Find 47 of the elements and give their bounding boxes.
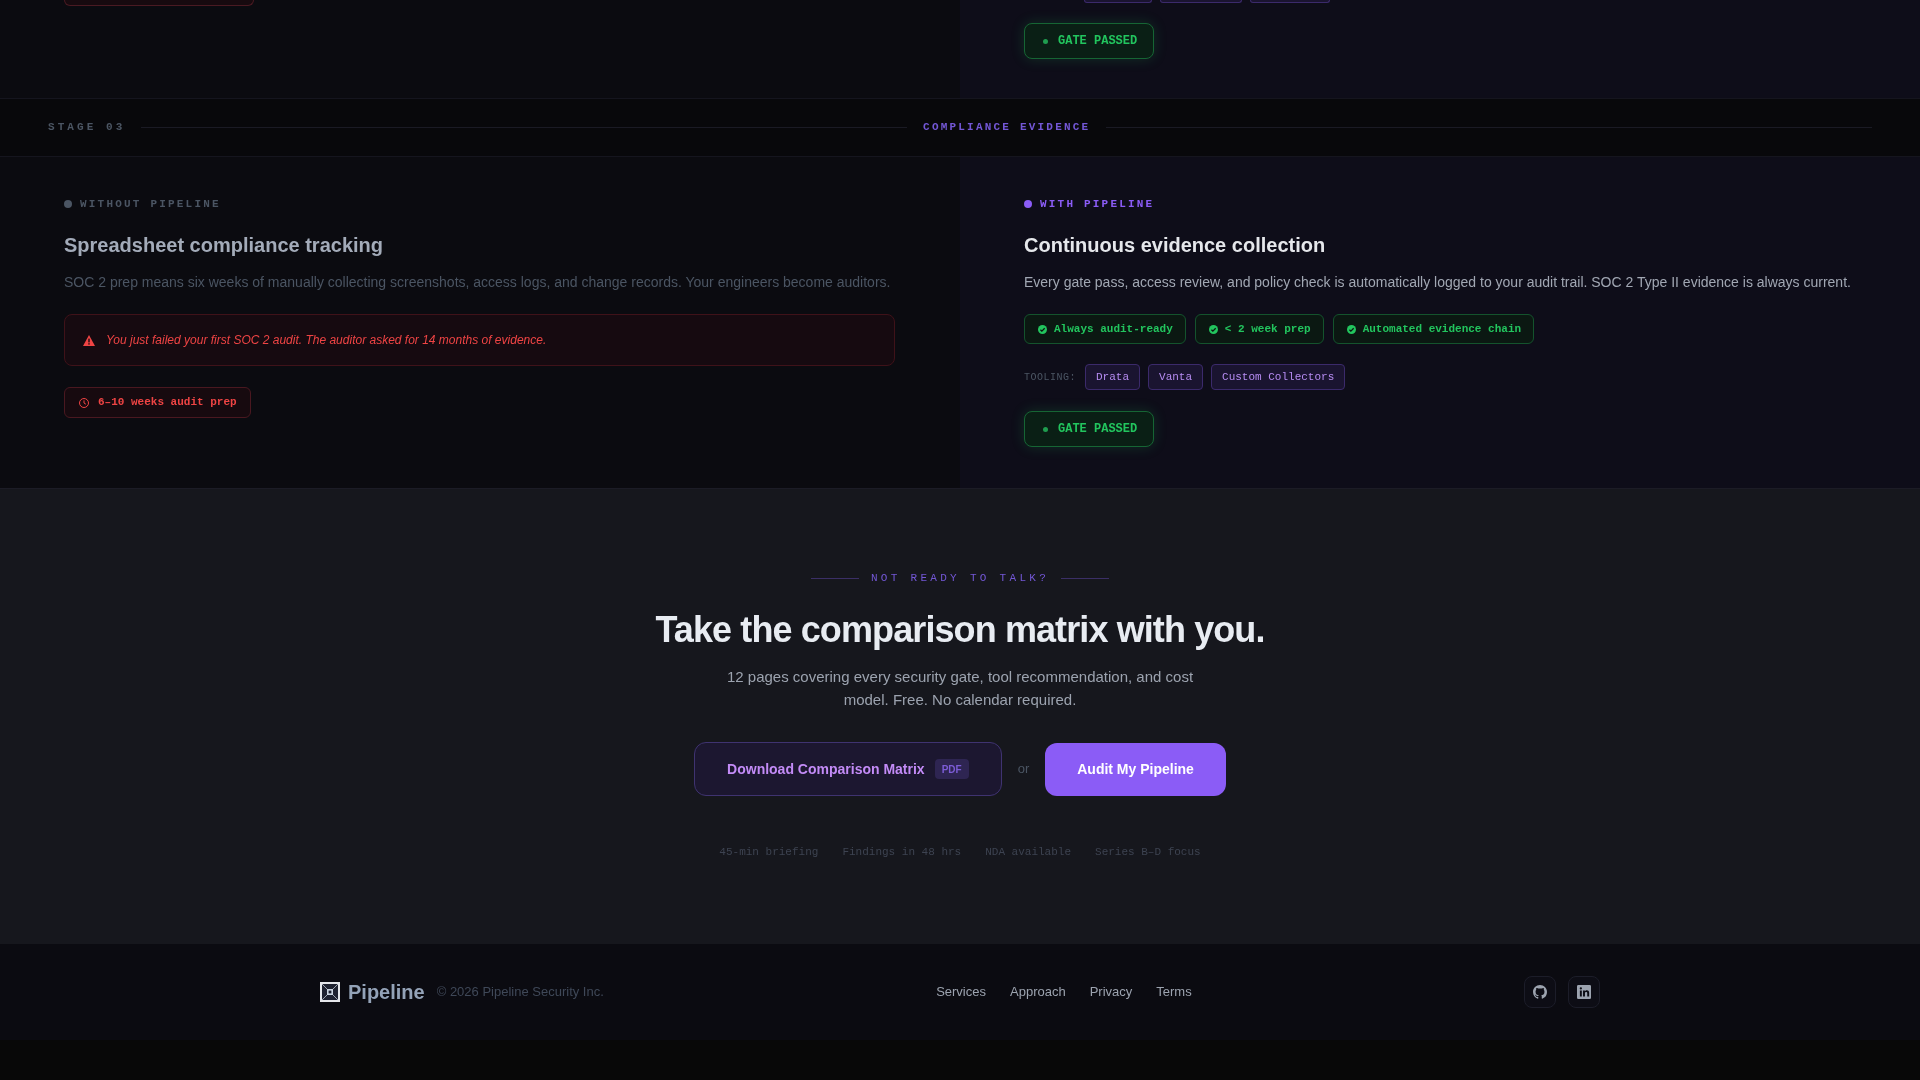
column-text: Every gate pass, access review, and policy check is automatically logged to your audit trail. SOC 2 Type II evidence is always current. bbox=[1024, 273, 1851, 292]
dot-icon bbox=[1024, 200, 1032, 208]
tool-tag: Vanta bbox=[1148, 364, 1204, 390]
section-heading: Take the comparison matrix with you. bbox=[655, 610, 1265, 650]
logo-icon bbox=[320, 982, 340, 1002]
badge-text: Automated evidence chain bbox=[1362, 321, 1522, 337]
column-text: SOC 2 prep means six weeks of manually collecting screenshots, access logs, and change records. Your engineers become auditors. bbox=[64, 273, 891, 292]
column-heading: Spreadsheet compliance tracking bbox=[64, 233, 383, 258]
status-text: GATE PASSED bbox=[1058, 421, 1138, 438]
column-label: WITHOUT PIPELINE bbox=[80, 196, 221, 212]
linkedin-icon bbox=[1577, 985, 1591, 999]
dot-icon bbox=[64, 200, 72, 208]
alert-text: You just failed your first SOC 2 audit. The auditor asked for 14 months of evidence. bbox=[106, 332, 547, 349]
footer-link[interactable]: Services bbox=[936, 982, 986, 1002]
section-subtitle: 12 pages covering every security gate, tool recommendation, and cost model. Free. No calendar required. bbox=[725, 667, 1195, 710]
badge-text: 6–10 weeks audit prep bbox=[98, 395, 237, 411]
linkedin-link[interactable] bbox=[1568, 976, 1600, 1008]
stage-label: STAGE 03 bbox=[48, 120, 126, 136]
badge-text: < 2 week prep bbox=[1224, 321, 1311, 337]
tool-tag: Custom Collectors bbox=[1211, 364, 1346, 390]
column-heading: Continuous evidence collection bbox=[1024, 233, 1326, 258]
status-dot-icon bbox=[1043, 426, 1048, 432]
copyright-text: © 2026 Pipeline Security Inc. bbox=[436, 983, 604, 1002]
clock-icon bbox=[79, 397, 89, 408]
stage-title: COMPLIANCE EVIDENCE bbox=[923, 120, 1091, 136]
status-text: GATE PASSED bbox=[1058, 33, 1138, 50]
github-link[interactable] bbox=[1524, 976, 1556, 1008]
tooling-label: TOOLING: bbox=[1024, 370, 1076, 385]
column-label: WITH PIPELINE bbox=[1040, 196, 1155, 212]
check-circle-icon bbox=[1346, 324, 1356, 334]
separator-text: or bbox=[1017, 760, 1030, 779]
status-dot-icon bbox=[1043, 38, 1048, 44]
badge-text: Always audit-ready bbox=[1054, 321, 1173, 337]
tag-edge bbox=[1084, 0, 1152, 3]
brand-name: Pipeline bbox=[348, 980, 425, 1005]
section-eyebrow: NOT READY TO TALK? bbox=[870, 570, 1050, 586]
github-icon bbox=[1533, 985, 1547, 999]
tool-tag: Drata bbox=[1085, 364, 1141, 390]
check-circle-icon bbox=[1208, 324, 1218, 334]
footer-link[interactable]: Approach bbox=[1010, 982, 1066, 1002]
download-button[interactable]: Download Comparison Matrix PDF bbox=[694, 742, 1002, 796]
audit-button[interactable]: Audit My Pipeline bbox=[1045, 742, 1226, 796]
check-circle-icon bbox=[1038, 324, 1047, 334]
footer-link[interactable]: Privacy bbox=[1089, 982, 1133, 1002]
warning-icon bbox=[83, 334, 95, 346]
file-type-tag: PDF bbox=[934, 759, 969, 779]
footer-link[interactable]: Terms bbox=[1156, 982, 1192, 1002]
